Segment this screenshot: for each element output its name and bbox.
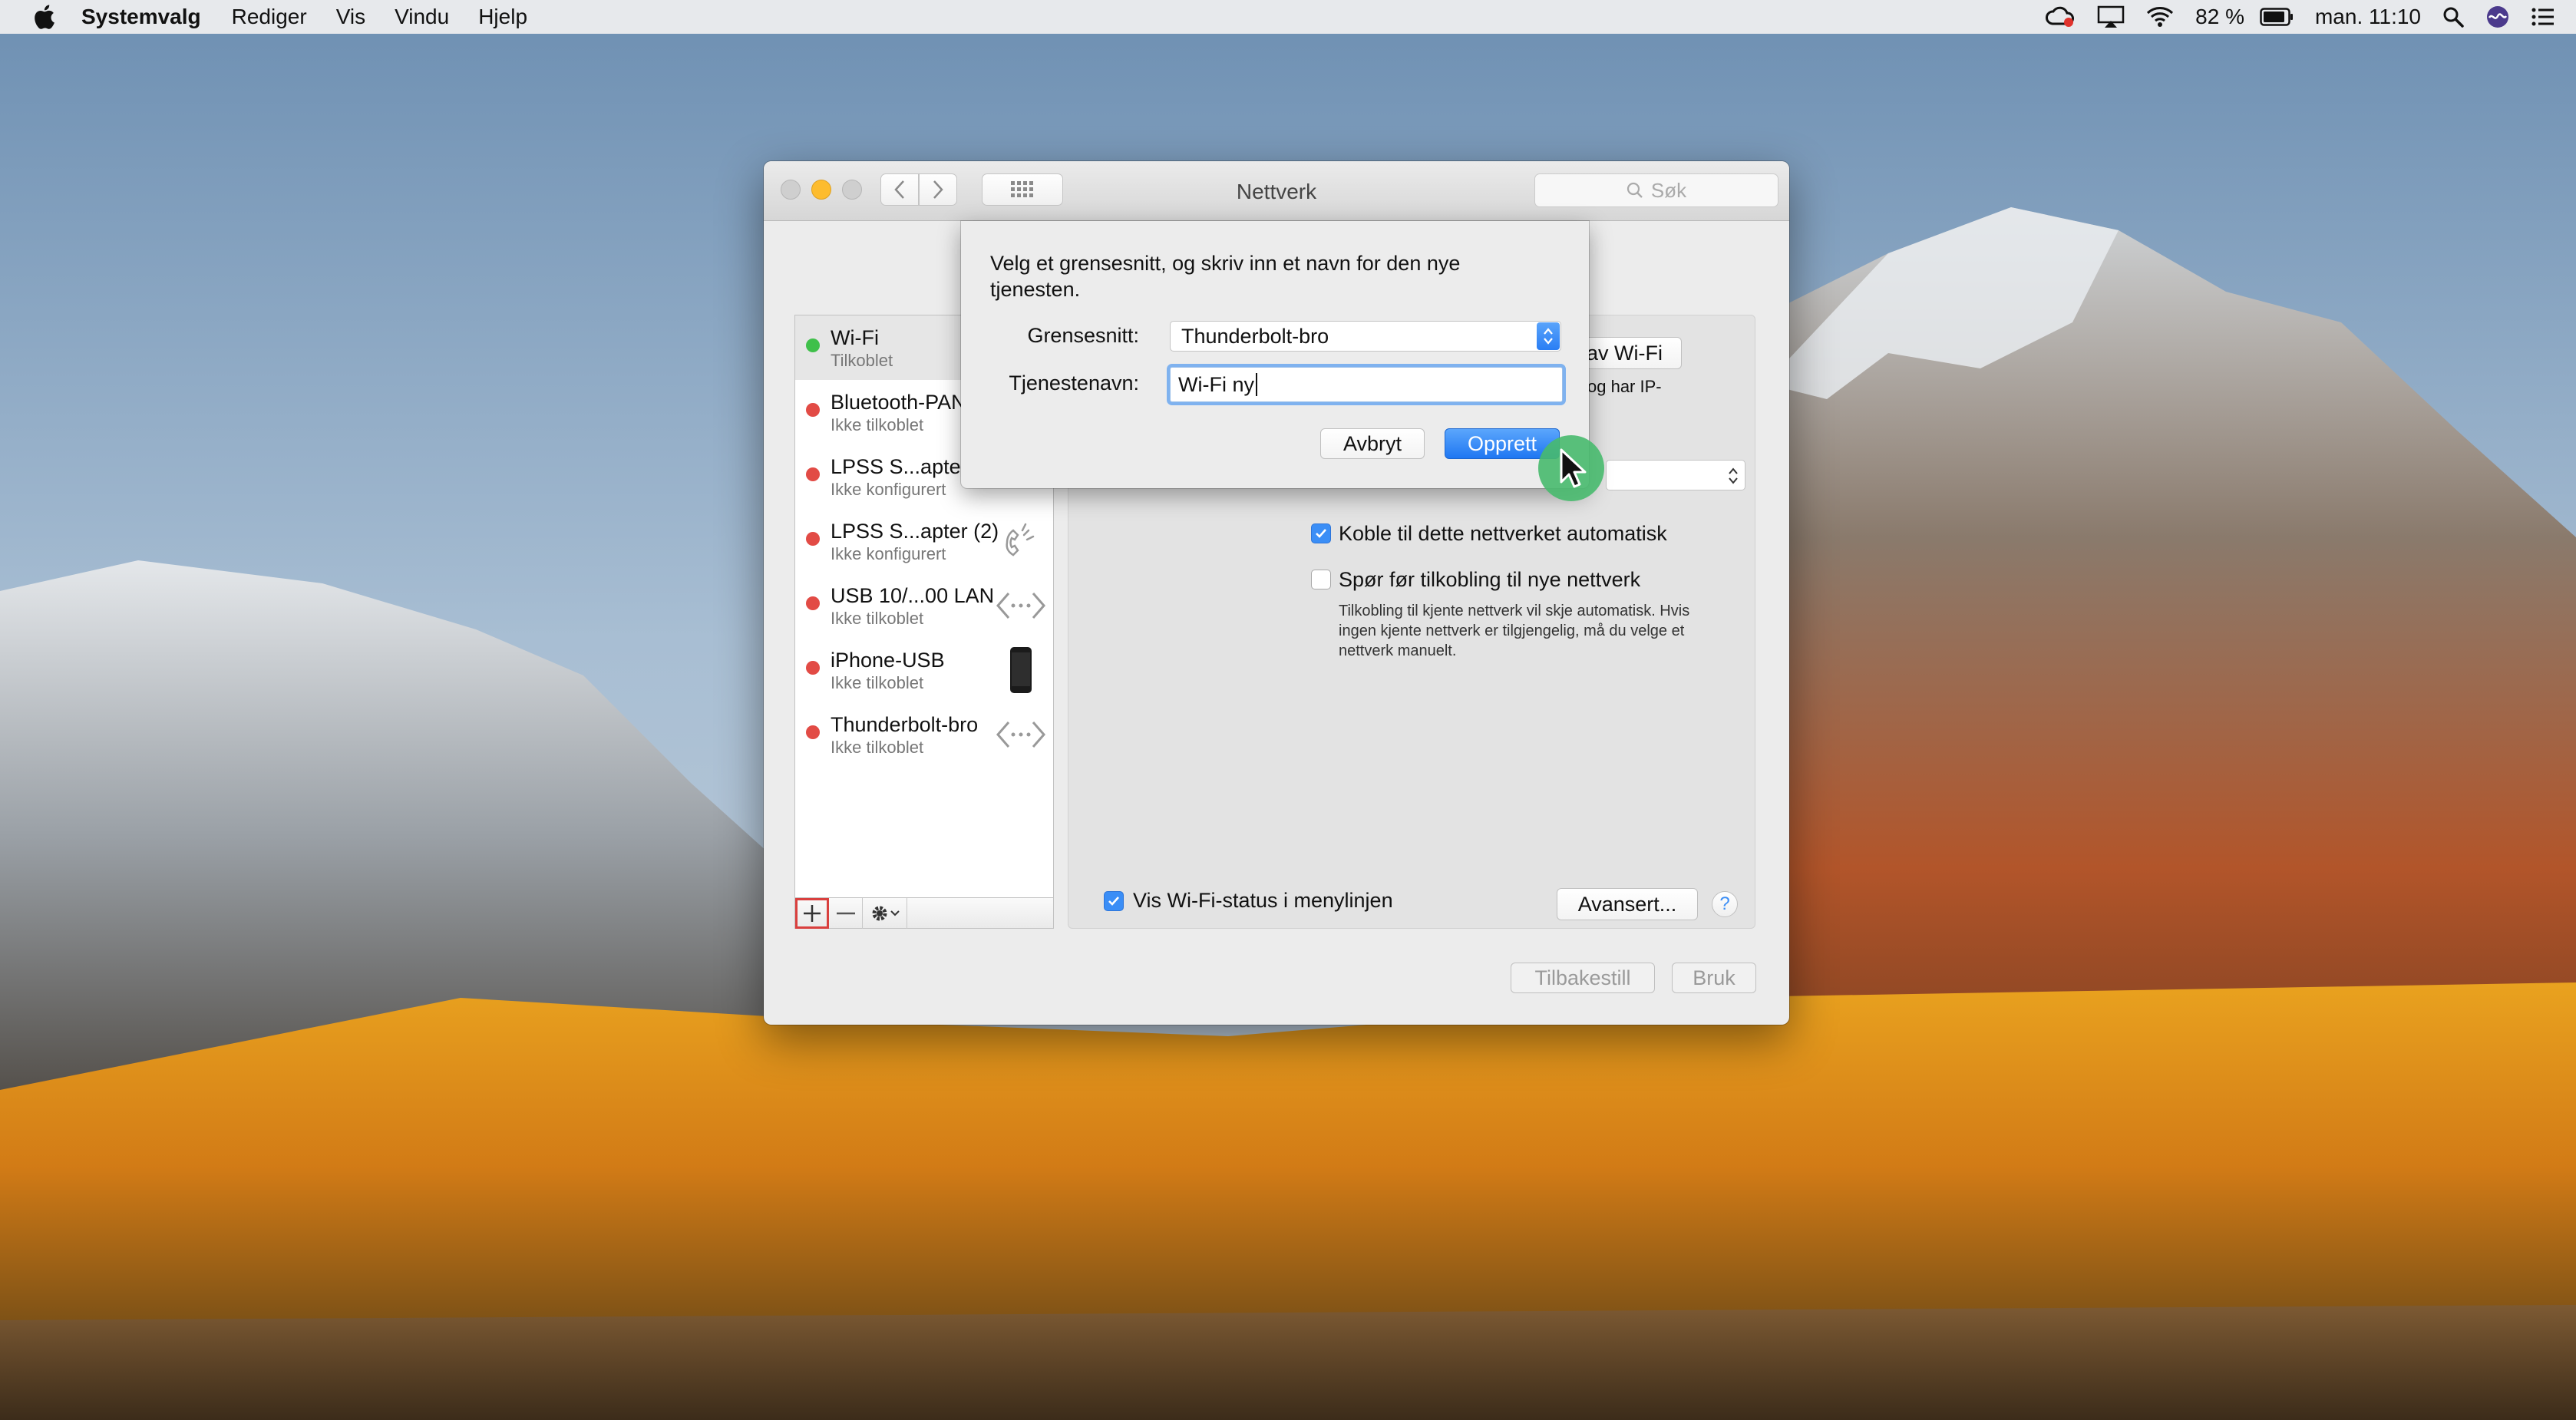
service-name: iPhone-USB bbox=[831, 649, 945, 672]
battery-percent[interactable]: 82 % bbox=[2195, 5, 2244, 29]
service-name: Thunderbolt-bro bbox=[831, 713, 979, 736]
battery-icon[interactable] bbox=[2260, 8, 2294, 26]
service-name-input[interactable]: Wi-Fi ny bbox=[1170, 367, 1563, 402]
service-status: Ikke tilkoblet bbox=[831, 738, 924, 757]
network-name-popup[interactable] bbox=[1606, 460, 1745, 490]
menu-bar: Systemvalg Rediger Vis Vindu Hjelp 82 % … bbox=[0, 0, 2576, 34]
show-wifi-status-checkbox[interactable] bbox=[1104, 891, 1124, 911]
notification-center-icon[interactable] bbox=[2531, 8, 2555, 26]
ask-to-join-label: Spør før tilkobling til nye nettverk bbox=[1339, 568, 1641, 591]
creative-cloud-icon[interactable] bbox=[2045, 5, 2076, 28]
service-status: Ikke tilkoblet bbox=[831, 609, 924, 628]
service-actions-button[interactable] bbox=[863, 897, 907, 929]
service-item-iphone-usb[interactable]: iPhone-USB Ikke tilkoblet bbox=[795, 638, 1053, 702]
service-status: Tilkoblet bbox=[831, 351, 893, 370]
menu-help[interactable]: Hjelp bbox=[478, 5, 527, 29]
service-status: Ikke tilkoblet bbox=[831, 415, 924, 434]
service-name: LPSS S...apter (2) bbox=[831, 520, 999, 543]
status-dot bbox=[806, 467, 820, 481]
status-dot bbox=[806, 596, 820, 610]
service-name: LPSS S...apter bbox=[831, 455, 968, 478]
interface-label: Grensesnitt: bbox=[1027, 324, 1139, 347]
new-service-sheet: Velg et grensesnitt, og skriv inn et nav… bbox=[961, 221, 1589, 488]
menubar-clock[interactable]: man. 11:10 bbox=[2315, 5, 2421, 29]
phone-handset-icon bbox=[996, 518, 1045, 564]
revert-button[interactable]: Tilbakestill bbox=[1511, 963, 1655, 993]
menu-window[interactable]: Vindu bbox=[395, 5, 449, 29]
mouse-pointer-icon bbox=[1560, 448, 1587, 488]
service-item-thunderbolt-bridge[interactable]: Thunderbolt-bro Ikke tilkoblet bbox=[795, 702, 1053, 767]
service-status: Ikke tilkoblet bbox=[831, 673, 924, 692]
chevron-down-icon bbox=[890, 910, 900, 916]
service-item-lpss-2[interactable]: LPSS S...apter (2) Ikke konfigurert bbox=[795, 509, 1053, 573]
cancel-button[interactable]: Avbryt bbox=[1320, 428, 1425, 459]
ethernet-arrows-icon bbox=[996, 583, 1045, 629]
wifi-status-icon[interactable] bbox=[2146, 6, 2174, 28]
service-name-value: Wi-Fi ny bbox=[1178, 372, 1254, 396]
gear-icon bbox=[872, 906, 887, 920]
apply-button[interactable]: Bruk bbox=[1672, 963, 1756, 993]
spotlight-search-icon[interactable] bbox=[2442, 6, 2464, 28]
ethernet-arrows-icon bbox=[996, 712, 1045, 758]
plus-icon bbox=[803, 904, 821, 922]
updown-arrows-icon bbox=[1729, 467, 1738, 484]
status-dot bbox=[806, 725, 820, 739]
minus-icon bbox=[836, 912, 855, 914]
search-icon bbox=[1627, 182, 1643, 198]
remove-service-button[interactable] bbox=[829, 897, 863, 929]
service-status: Ikke konfigurert bbox=[831, 480, 946, 499]
wifi-status-text: og har IP- bbox=[1587, 377, 1662, 396]
service-name-label: Tjenestenavn: bbox=[1009, 372, 1139, 395]
siri-icon[interactable] bbox=[2485, 5, 2510, 29]
help-button[interactable]: ? bbox=[1712, 891, 1738, 917]
menu-view[interactable]: Vis bbox=[336, 5, 365, 29]
apple-menu-icon[interactable] bbox=[29, 2, 60, 32]
menu-app-name[interactable]: Systemvalg bbox=[81, 5, 201, 29]
service-name: Wi-Fi bbox=[831, 326, 879, 349]
service-item-usb-lan[interactable]: USB 10/...00 LAN Ikke tilkoblet bbox=[795, 573, 1053, 638]
interface-value: Thunderbolt-bro bbox=[1181, 324, 1329, 348]
service-name: Bluetooth-PAN bbox=[831, 391, 966, 414]
ask-to-join-checkbox[interactable] bbox=[1311, 570, 1331, 589]
iphone-icon bbox=[996, 647, 1045, 693]
sheet-prompt: Velg et grensesnitt, og skriv inn et nav… bbox=[990, 252, 1461, 301]
airplay-icon[interactable] bbox=[2097, 5, 2125, 28]
search-placeholder: Søk bbox=[1650, 178, 1687, 202]
show-wifi-status-label: Vis Wi-Fi-status i menylinjen bbox=[1133, 889, 1393, 912]
updown-arrows-icon bbox=[1537, 322, 1560, 350]
service-status: Ikke konfigurert bbox=[831, 544, 946, 563]
auto-join-checkbox[interactable] bbox=[1311, 523, 1331, 543]
interface-popup[interactable]: Thunderbolt-bro bbox=[1170, 321, 1561, 352]
service-name: USB 10/...00 LAN bbox=[831, 584, 995, 607]
status-dot bbox=[806, 661, 820, 675]
checkmark-icon bbox=[1316, 529, 1326, 538]
add-service-button[interactable] bbox=[795, 897, 829, 929]
status-dot bbox=[806, 532, 820, 546]
menu-edit[interactable]: Rediger bbox=[232, 5, 307, 29]
advanced-button[interactable]: Avansert... bbox=[1557, 888, 1698, 920]
status-dot bbox=[806, 403, 820, 417]
search-field[interactable]: Søk bbox=[1534, 173, 1778, 207]
network-preferences-window: Nettverk Søk Wi-Fi Tilkoblet Bluetooth-P… bbox=[764, 161, 1789, 1025]
text-caret bbox=[1255, 373, 1257, 396]
ask-to-join-help: Tilkobling til kjente nettverk vil skje … bbox=[1339, 603, 1690, 659]
turn-off-wifi-button[interactable]: av Wi-Fi bbox=[1578, 337, 1682, 369]
window-titlebar: Nettverk Søk bbox=[764, 161, 1789, 221]
status-dot bbox=[806, 338, 820, 352]
checkmark-icon bbox=[1108, 897, 1119, 906]
service-list-toolbar bbox=[795, 897, 1053, 929]
auto-join-label: Koble til dette nettverket automatisk bbox=[1339, 522, 1667, 545]
